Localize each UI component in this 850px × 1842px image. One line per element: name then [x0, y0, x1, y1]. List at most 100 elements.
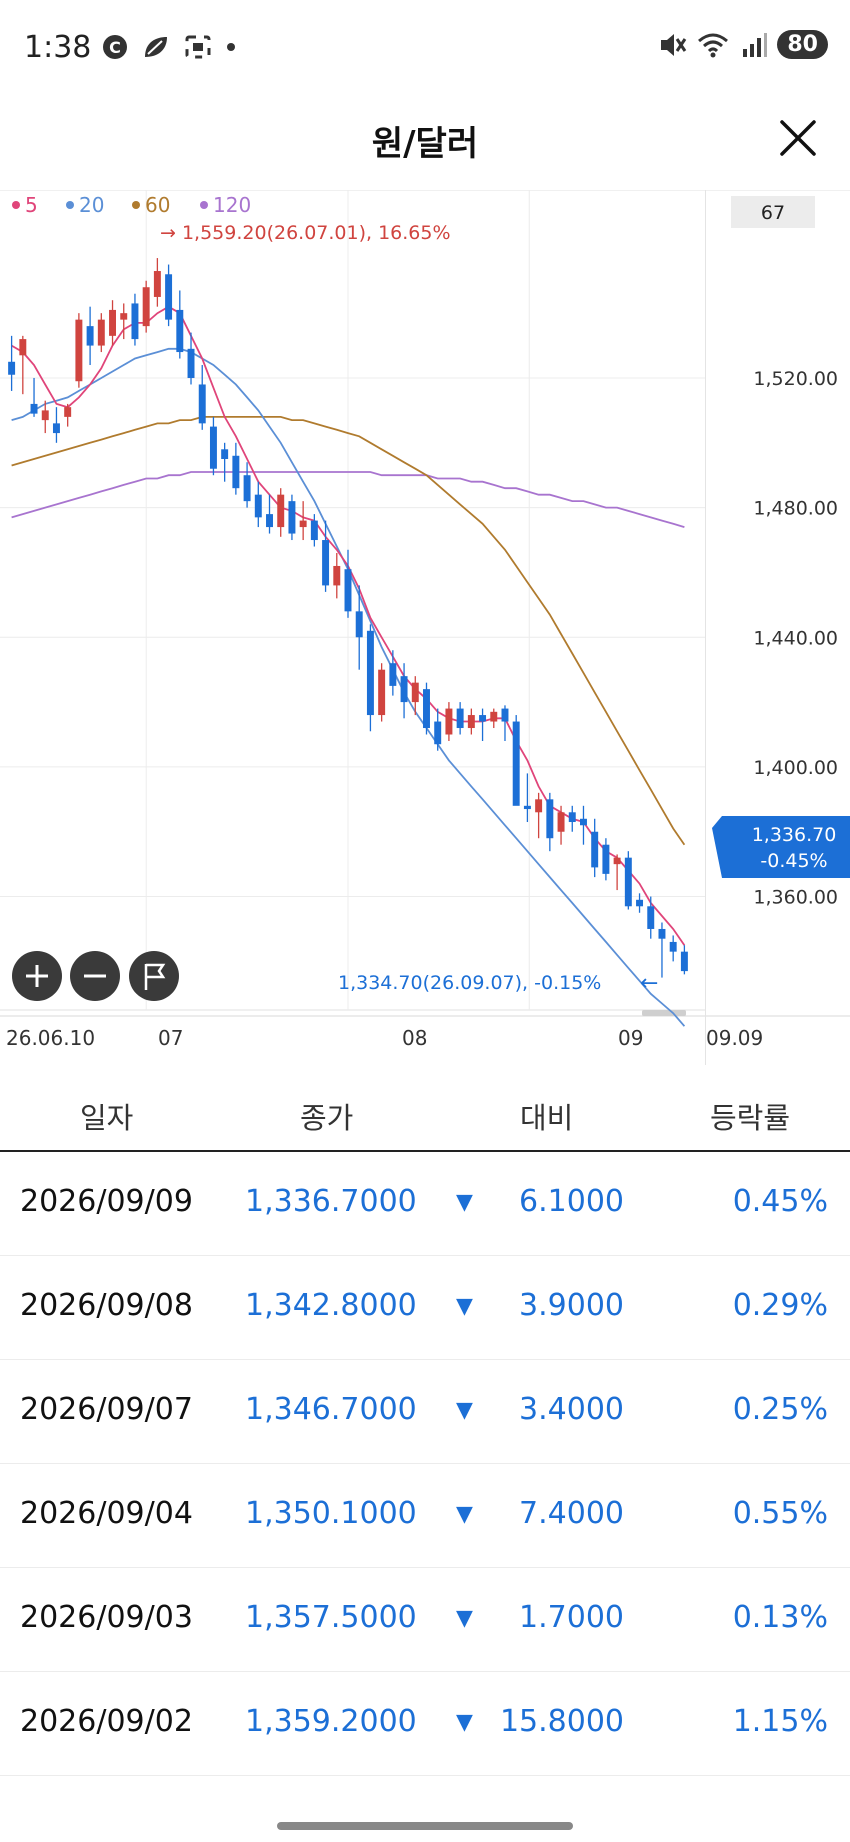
y-axis-border	[705, 190, 706, 1065]
row-diff: 3.4000	[519, 1392, 624, 1427]
candle-body	[176, 309, 184, 353]
status-right-icons: 80	[657, 30, 828, 59]
candle-body	[523, 805, 531, 810]
chart-canvas[interactable]: 1,520.00 1,480.00 1,440.00 1,400.00 1,360.00…	[0, 189, 850, 1070]
table-row[interactable]: 2026/09/02 1,359.2000 ▼ 15.8000 1.15%	[0, 1672, 850, 1776]
table-row[interactable]: 2026/09/04 1,350.1000 ▼ 7.4000 0.55%	[0, 1464, 850, 1568]
table-row[interactable]: 2026/09/09 1,336.7000 ▼ 6.1000 0.45%	[0, 1152, 850, 1256]
x-label-start: 26.06.10	[6, 1026, 95, 1050]
candlestick-chart[interactable]: 1,520.00 1,480.00 1,440.00 1,400.00 1,360.00…	[0, 189, 850, 1070]
candle-body	[411, 682, 419, 703]
candle-body	[52, 423, 60, 434]
candle-body	[479, 715, 487, 722]
x-label-08: 08	[402, 1026, 427, 1050]
candle-body	[636, 899, 644, 907]
flag-button[interactable]	[129, 951, 179, 1001]
candle-body	[333, 565, 341, 586]
status-left-icons: C	[102, 34, 236, 60]
candle-body	[434, 721, 442, 745]
candle-body	[165, 274, 173, 320]
page-title: 원/달러	[371, 124, 479, 164]
candle-body	[187, 348, 195, 378]
row-close: 1,350.1000	[245, 1496, 417, 1531]
candle-body	[658, 928, 666, 939]
y-tick-label: 1,520.00	[753, 368, 838, 390]
table-row[interactable]: 2026/09/07 1,346.7000 ▼ 3.4000 0.25%	[0, 1360, 850, 1464]
candle-body	[400, 676, 408, 703]
zoom-out-button[interactable]	[70, 951, 120, 1001]
candle-body	[120, 313, 128, 320]
candle-body	[153, 271, 161, 297]
row-date: 2026/09/02	[20, 1704, 193, 1739]
candle-body	[322, 540, 330, 586]
candle-body	[310, 520, 318, 541]
y-tick-label: 1,440.00	[753, 627, 838, 649]
legend-ma60: 60	[145, 193, 170, 217]
candle-body	[378, 669, 386, 716]
svg-text:C: C	[109, 38, 121, 57]
status-time: 1:38	[24, 30, 92, 65]
row-rate: 0.25%	[732, 1392, 828, 1427]
y-tick-label: 1,360.00	[753, 887, 838, 909]
page-header: 원/달러	[0, 96, 850, 192]
candle-body	[142, 287, 150, 327]
screenshot-icon	[185, 35, 211, 59]
candle-body	[501, 708, 509, 722]
col-header-rate: 등락률	[710, 1101, 791, 1135]
home-indicator[interactable]	[277, 1822, 573, 1830]
candle-body	[624, 857, 632, 907]
leaf-icon	[145, 37, 167, 57]
down-arrow-icon: ▼	[456, 1710, 473, 1735]
candle-body	[456, 708, 464, 729]
candle-body	[266, 514, 273, 528]
close-icon[interactable]	[770, 110, 826, 166]
candle-body	[109, 309, 117, 336]
down-arrow-icon: ▼	[456, 1502, 473, 1527]
row-date: 2026/09/07	[20, 1392, 193, 1427]
col-header-date: 일자	[80, 1101, 134, 1135]
table-row[interactable]: 2026/09/03 1,357.5000 ▼ 1.7000 0.13%	[0, 1568, 850, 1672]
ma-legend: 5 20 60 120	[12, 193, 251, 217]
c-badge-icon: C	[103, 35, 127, 59]
candle-body	[557, 812, 565, 832]
candle-body	[568, 812, 576, 823]
y-tick-label: 1,480.00	[753, 498, 838, 520]
candle-body	[243, 475, 251, 502]
candle-body	[97, 319, 105, 346]
zoom-in-button[interactable]	[12, 951, 62, 1001]
candle-body	[535, 799, 543, 813]
y-tick-label: 1,400.00	[753, 757, 838, 779]
high-annotation: → 1,559.20(26.07.01), 16.65%	[160, 222, 451, 244]
dot-icon	[227, 43, 235, 51]
row-diff: 1.7000	[519, 1600, 624, 1635]
table-header: 일자 종가 대비 등락률	[0, 1085, 850, 1145]
legend-ma20: 20	[79, 193, 104, 217]
candle-body	[344, 569, 352, 612]
down-arrow-icon: ▼	[456, 1294, 473, 1319]
legend-dot-ma60	[132, 201, 140, 209]
legend-dot-ma120	[200, 201, 208, 209]
scroll-thumb[interactable]	[642, 1010, 686, 1016]
legend-dot-ma20	[66, 201, 74, 209]
candle-body	[19, 339, 27, 356]
price-table: 2026/09/09 1,336.7000 ▼ 6.1000 0.45% 202…	[0, 1152, 850, 1776]
current-change: -0.45%	[760, 850, 827, 872]
candle-body	[221, 449, 229, 460]
row-close: 1,346.7000	[245, 1392, 417, 1427]
row-close: 1,359.2000	[245, 1704, 417, 1739]
signal-icon	[743, 32, 768, 57]
candle-body	[86, 326, 94, 346]
row-close: 1,357.5000	[245, 1600, 417, 1635]
candle-body	[131, 303, 139, 340]
row-rate: 1.15%	[732, 1704, 828, 1739]
wifi-icon	[698, 33, 729, 57]
row-date: 2026/09/08	[20, 1288, 193, 1323]
candle-body	[423, 689, 430, 729]
low-arrow-icon: ←	[640, 971, 658, 996]
candle-body	[198, 384, 206, 424]
table-row[interactable]: 2026/09/08 1,342.8000 ▼ 3.9000 0.29%	[0, 1256, 850, 1360]
down-arrow-icon: ▼	[456, 1190, 473, 1215]
candle-body	[602, 844, 610, 874]
row-date: 2026/09/04	[20, 1496, 193, 1531]
candle-body	[288, 501, 296, 534]
